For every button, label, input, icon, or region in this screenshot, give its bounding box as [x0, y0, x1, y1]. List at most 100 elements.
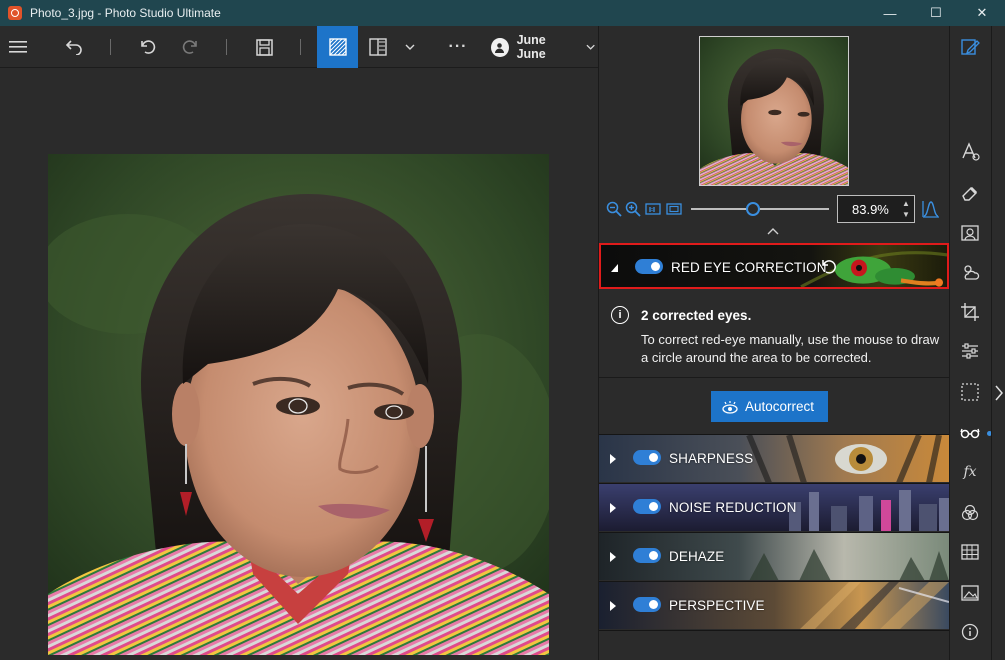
zoom-value-input[interactable]: 83.9% ▲ ▼: [837, 195, 915, 223]
portrait-icon[interactable]: [960, 223, 980, 243]
zoom-value: 83.9%: [852, 201, 889, 217]
undo-button[interactable]: [136, 26, 160, 68]
save-button[interactable]: [252, 26, 276, 68]
save-icon: [255, 38, 273, 56]
toolbar-separator: [300, 39, 301, 55]
image-canvas[interactable]: [0, 69, 598, 660]
collapse-triangle-icon: [611, 264, 618, 272]
expand-triangle-icon: [610, 601, 616, 611]
perspective-toggle[interactable]: [633, 597, 661, 612]
split-view-icon: [369, 38, 387, 56]
info-circle-icon[interactable]: [960, 622, 980, 642]
section-label: DEHAZE: [669, 549, 725, 564]
maximize-icon: ☐: [930, 5, 942, 20]
hatched-square-icon: [328, 38, 347, 56]
view-dropdown-button[interactable]: [402, 26, 418, 68]
chevron-up-icon[interactable]: [766, 226, 780, 236]
grid-icon[interactable]: [960, 542, 980, 562]
autocorrect-label: Autocorrect: [745, 399, 815, 414]
histogram-icon[interactable]: [922, 200, 940, 218]
zoom-slider-handle[interactable]: [746, 202, 761, 216]
photo-preview[interactable]: [48, 154, 549, 655]
compare-view-button[interactable]: [366, 26, 390, 68]
zoom-spinner[interactable]: ▲ ▼: [901, 198, 911, 220]
section-label: NOISE REDUCTION: [669, 500, 797, 515]
eraser-icon[interactable]: [960, 183, 980, 203]
sharpness-toggle[interactable]: [633, 450, 661, 465]
noise-reduction-toggle[interactable]: [633, 499, 661, 514]
thumbnail-photo: [700, 37, 848, 185]
expand-triangle-icon: [610, 454, 616, 464]
chevron-down-icon: [586, 44, 595, 50]
window-title: Photo_3.jpg - Photo Studio Ultimate: [30, 6, 221, 20]
single-view-button[interactable]: [317, 26, 358, 68]
section-label: RED EYE CORRECTION: [671, 260, 827, 275]
color-circles-icon[interactable]: [960, 503, 980, 523]
menu-button[interactable]: [6, 26, 30, 68]
navigator-thumbnail[interactable]: [699, 36, 849, 186]
autocorrect-button[interactable]: Autocorrect: [711, 391, 828, 422]
user-menu-button[interactable]: June June: [491, 26, 595, 68]
avatar: [491, 37, 509, 57]
back-button[interactable]: [62, 26, 86, 68]
section-red-eye-correction[interactable]: RED EYE CORRECTION: [599, 243, 949, 289]
weather-icon[interactable]: [960, 262, 980, 282]
user-icon: [495, 42, 505, 53]
sliders-icon[interactable]: [960, 341, 980, 361]
eye-sparkle-icon: [722, 400, 738, 414]
section-label: PERSPECTIVE: [669, 598, 765, 613]
back-arrow-icon: [65, 40, 82, 55]
section-sharpness[interactable]: SHARPNESS: [599, 434, 949, 482]
portrait-photo: [48, 154, 549, 655]
user-name: June June: [516, 33, 546, 61]
autocorrect-area: Autocorrect: [599, 378, 949, 434]
fit-screen-icon[interactable]: [666, 201, 682, 217]
text-shapes-icon[interactable]: [960, 142, 980, 162]
title-bar: Photo_3.jpg - Photo Studio Ultimate — ☐ …: [0, 0, 1005, 26]
spin-up-icon[interactable]: ▲: [901, 198, 911, 209]
close-icon: ✕: [976, 5, 988, 20]
maximize-button[interactable]: ☐: [913, 0, 959, 26]
zoom-out-icon[interactable]: [606, 201, 622, 217]
more-icon: ···: [448, 38, 468, 55]
fx-icon[interactable]: fx: [960, 462, 980, 482]
section-noise-reduction[interactable]: NOISE REDUCTION: [599, 483, 949, 531]
minimize-button[interactable]: —: [867, 0, 913, 26]
actual-size-icon[interactable]: [645, 201, 661, 217]
tool-sidebar: fx: [949, 26, 992, 660]
redo-icon: [182, 40, 197, 54]
red-eye-info-box: i 2 corrected eyes. To correct red-eye m…: [599, 290, 949, 378]
dehaze-toggle[interactable]: [633, 548, 661, 563]
section-perspective[interactable]: PERSPECTIVE: [599, 581, 949, 629]
fx-label: fx: [963, 464, 977, 480]
chevron-right-icon[interactable]: [994, 384, 1004, 402]
section-label: SHARPNESS: [669, 451, 754, 466]
crop-icon[interactable]: [960, 302, 980, 322]
section-dehaze[interactable]: DEHAZE: [599, 532, 949, 580]
image-icon[interactable]: [960, 583, 980, 603]
undo-icon: [141, 40, 156, 54]
toolbar: ··· June June: [0, 26, 598, 68]
hamburger-icon: [9, 41, 27, 53]
red-eye-toggle[interactable]: [635, 259, 663, 274]
selection-icon[interactable]: [960, 382, 980, 402]
more-button[interactable]: ···: [444, 26, 472, 68]
expand-triangle-icon: [610, 552, 616, 562]
edit-icon[interactable]: [960, 37, 980, 57]
panel-bottom-spacer: [599, 630, 949, 660]
redo-button[interactable]: [178, 26, 202, 68]
info-icon: i: [611, 306, 629, 324]
sidebar-expand-strip[interactable]: [991, 26, 1005, 660]
spin-down-icon[interactable]: ▼: [901, 209, 911, 220]
expand-triangle-icon: [610, 503, 616, 513]
chevron-down-icon: [405, 44, 415, 50]
toolbar-separator: [110, 39, 111, 55]
adjustments-panel: 83.9% ▲ ▼ RED EYE CORRECTION i 2 correct…: [599, 26, 949, 660]
glasses-icon[interactable]: [960, 423, 980, 443]
zoom-controls: 83.9% ▲ ▼: [599, 194, 949, 224]
toolbar-separator: [226, 39, 227, 55]
zoom-in-icon[interactable]: [625, 201, 641, 217]
close-button[interactable]: ✕: [959, 0, 1005, 26]
minimize-icon: —: [883, 5, 897, 21]
reset-icon[interactable]: [819, 258, 837, 276]
